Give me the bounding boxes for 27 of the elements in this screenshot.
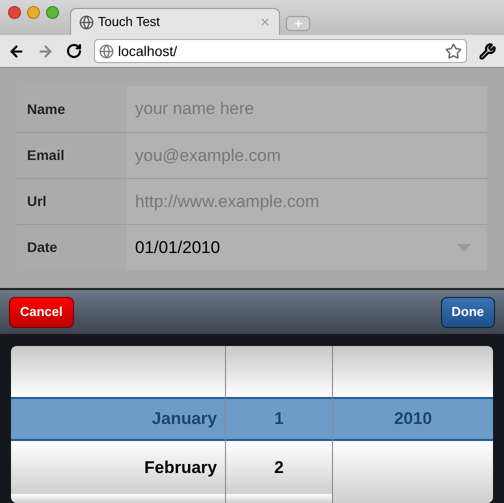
reload-icon[interactable] — [66, 43, 82, 59]
dropdown-arrow-icon — [457, 244, 471, 252]
field-label: Date — [17, 225, 127, 270]
globe-icon — [79, 14, 94, 30]
back-icon[interactable] — [8, 42, 25, 60]
field-label: Name — [17, 86, 127, 132]
url-text: localhost/ — [118, 42, 178, 60]
address-bar[interactable]: localhost/ — [94, 39, 467, 63]
done-button[interactable]: Done — [440, 296, 495, 328]
zoom-window-icon[interactable] — [46, 6, 59, 19]
globe-icon — [99, 44, 114, 58]
bookmark-star-icon[interactable] — [445, 42, 462, 60]
minimize-window-icon[interactable] — [27, 6, 40, 19]
tab-title: Touch Test — [98, 13, 161, 32]
new-tab-button[interactable] — [286, 16, 310, 31]
date-select[interactable]: 01/01/2010 — [127, 225, 487, 270]
close-window-icon[interactable] — [8, 6, 21, 19]
field-label: Url — [17, 179, 127, 224]
browser-tab[interactable]: Touch Test — [70, 8, 280, 35]
cancel-button[interactable]: Cancel — [9, 296, 74, 328]
text-field[interactable]: http://www.example.com — [127, 179, 487, 224]
close-tab-icon[interactable] — [259, 16, 271, 28]
plus-icon — [292, 18, 304, 29]
wrench-icon[interactable] — [479, 42, 496, 60]
text-field[interactable]: your name here — [127, 86, 487, 132]
text-field[interactable]: you@example.com — [127, 133, 487, 178]
field-label: Email — [17, 133, 127, 178]
